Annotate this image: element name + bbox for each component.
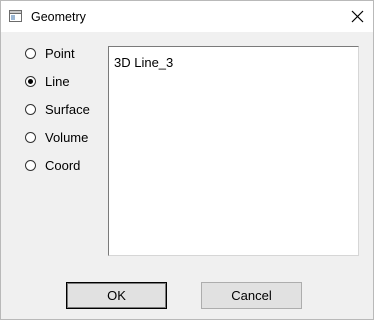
geometry-list[interactable]: 3D Line_3	[108, 46, 359, 256]
radio-button-surface[interactable]	[25, 104, 36, 115]
radio-selected-dot	[28, 79, 33, 84]
radio-button-coord[interactable]	[25, 160, 36, 171]
ok-button[interactable]: OK	[66, 282, 167, 309]
radio-label-point[interactable]: Point	[45, 46, 75, 62]
geometry-dialog: Geometry Point Line Surface Volume Coord…	[0, 0, 374, 320]
radio-button-line[interactable]	[25, 76, 36, 87]
title-bar[interactable]: Geometry	[1, 1, 373, 32]
radio-volume[interactable]: Volume	[25, 127, 105, 149]
radio-surface[interactable]: Surface	[25, 99, 105, 121]
list-item[interactable]: 3D Line_3	[114, 55, 173, 71]
radio-button-point[interactable]	[25, 48, 36, 59]
radio-label-line[interactable]: Line	[45, 74, 70, 90]
cancel-button[interactable]: Cancel	[201, 282, 302, 309]
radio-label-volume[interactable]: Volume	[45, 130, 88, 146]
radio-coord[interactable]: Coord	[25, 155, 105, 177]
radio-button-volume[interactable]	[25, 132, 36, 143]
window-app-icon	[9, 10, 22, 22]
radio-point[interactable]: Point	[25, 43, 105, 65]
close-button[interactable]	[343, 1, 373, 32]
close-icon	[351, 10, 364, 23]
window-title: Geometry	[31, 10, 86, 24]
radio-label-surface[interactable]: Surface	[45, 102, 90, 118]
radio-label-coord[interactable]: Coord	[45, 158, 80, 174]
radio-line[interactable]: Line	[25, 71, 105, 93]
